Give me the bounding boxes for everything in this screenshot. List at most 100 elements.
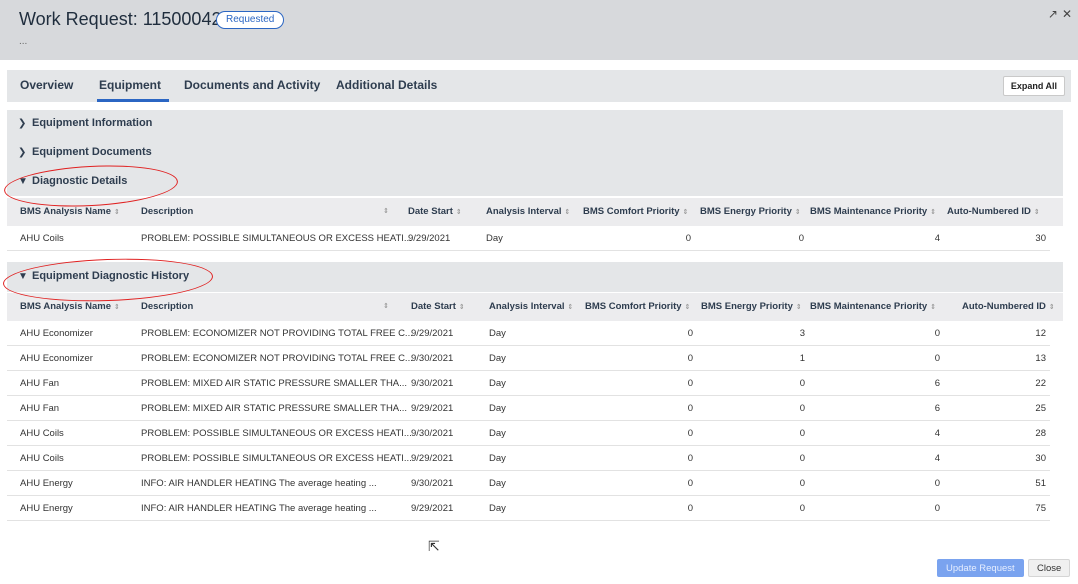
section-equipment-information[interactable]: ❯ Equipment Information	[18, 117, 152, 129]
table-row[interactable]: AHU Coils PROBLEM: POSSIBLE SIMULTANEOUS …	[7, 446, 1050, 471]
dialog-header: Work Request: 1150004225 Requested ... ↗…	[0, 0, 1078, 60]
sort-icon[interactable]: ⇕	[796, 304, 802, 311]
close-icon[interactable]: ✕	[1062, 7, 1072, 21]
table-row[interactable]: AHU Fan PROBLEM: MIXED AIR STATIC PRESSUR…	[7, 371, 1050, 396]
column-header-comfort[interactable]: BMS Comfort Priority ⇕	[585, 293, 690, 321]
cell-interval: Day	[486, 233, 503, 244]
section-diagnostic-details[interactable]: ▼ Diagnostic Details	[18, 175, 127, 187]
cell-name: AHU Coils	[20, 453, 64, 464]
cell-interval: Day	[489, 378, 506, 389]
cell-interval: Day	[489, 478, 506, 489]
sort-icon[interactable]: ⇕	[1034, 209, 1040, 216]
column-header-date-start[interactable]: Date Start ⇕	[411, 293, 465, 321]
column-header-maintenance[interactable]: BMS Maintenance Priority ⇕	[810, 293, 936, 321]
cell-maintenance: 0	[934, 353, 940, 364]
cell-maintenance: 6	[934, 403, 940, 414]
column-header-name[interactable]: BMS Analysis Name ⇕	[20, 293, 120, 321]
sort-icon[interactable]: ⇕	[1049, 304, 1055, 311]
cell-name: AHU Energy	[20, 503, 73, 514]
table-row[interactable]: AHU Coils PROBLEM: POSSIBLE SIMULTANEOUS …	[7, 421, 1050, 446]
table-row[interactable]: AHU Fan PROBLEM: MIXED AIR STATIC PRESSUR…	[7, 396, 1050, 421]
window-controls: ↗ ✕	[1048, 7, 1072, 21]
cell-comfort: 0	[687, 478, 693, 489]
tab-bar: Overview Equipment Documents and Activit…	[7, 70, 1071, 102]
column-header-id[interactable]: Auto-Numbered ID ⇕	[947, 198, 1040, 226]
column-header-comfort[interactable]: BMS Comfort Priority ⇕	[583, 198, 688, 226]
header-gap	[0, 60, 1078, 70]
cell-maintenance: 0	[934, 328, 940, 339]
sort-icon[interactable]: ⇕	[383, 198, 389, 226]
column-header-name[interactable]: BMS Analysis Name ⇕	[20, 198, 120, 226]
cell-date-start: 9/29/2021	[411, 503, 454, 514]
section-label: Equipment Diagnostic History	[32, 270, 190, 282]
cell-description: PROBLEM: POSSIBLE SIMULTANEOUS OR EXCESS…	[141, 428, 412, 439]
cell-name: AHU Coils	[20, 428, 64, 439]
section-panel	[7, 110, 1063, 196]
sort-icon[interactable]: ⇕	[114, 209, 120, 216]
expand-all-button[interactable]: Expand All	[1002, 76, 1065, 96]
cell-interval: Day	[489, 403, 506, 414]
column-header-date-start[interactable]: Date Start ⇕	[408, 198, 462, 226]
subtitle: ...	[19, 36, 28, 47]
cell-name: AHU Economizer	[20, 328, 93, 339]
table-row[interactable]: AHU Economizer PROBLEM: ECONOMIZER NOT PR…	[7, 346, 1050, 371]
cell-energy: 0	[799, 503, 805, 514]
sort-icon[interactable]: ⇕	[568, 304, 574, 311]
column-header-id[interactable]: Auto-Numbered ID ⇕	[962, 293, 1055, 321]
tab-overview[interactable]: Overview	[20, 78, 73, 92]
cell-energy: 0	[798, 233, 804, 244]
cell-description: INFO: AIR HANDLER HEATING The average he…	[141, 478, 377, 489]
cell-id: 13	[1035, 353, 1046, 364]
column-header-description[interactable]: Description ⇕	[141, 293, 389, 321]
tab-equipment[interactable]: Equipment	[99, 78, 161, 92]
table-row[interactable]: AHU Energy INFO: AIR HANDLER HEATING The …	[7, 496, 1050, 521]
table-row[interactable]: AHU Economizer PROBLEM: ECONOMIZER NOT PR…	[7, 321, 1050, 346]
tab-documents-and-activity[interactable]: Documents and Activity	[184, 78, 320, 92]
cell-energy: 1	[799, 353, 805, 364]
column-header-description[interactable]: Description ⇕	[141, 198, 389, 226]
close-button[interactable]: Close	[1028, 559, 1071, 577]
cell-description: PROBLEM: ECONOMIZER NOT PROVIDING TOTAL …	[141, 328, 413, 339]
column-header-energy[interactable]: BMS Energy Priority ⇕	[701, 293, 802, 321]
sort-icon[interactable]: ⇕	[930, 209, 936, 216]
cell-date-start: 9/30/2021	[411, 478, 454, 489]
section-diagnostic-history[interactable]: ▼ Equipment Diagnostic History	[18, 270, 189, 282]
tab-additional-details[interactable]: Additional Details	[336, 78, 437, 92]
sort-icon[interactable]: ⇕	[930, 304, 936, 311]
cell-id: 75	[1035, 503, 1046, 514]
cell-comfort: 0	[687, 378, 693, 389]
sort-icon[interactable]: ⇕	[459, 304, 465, 311]
cell-id: 30	[1035, 453, 1046, 464]
column-header-energy[interactable]: BMS Energy Priority ⇕	[700, 198, 801, 226]
column-header-maintenance[interactable]: BMS Maintenance Priority ⇕	[810, 198, 936, 226]
column-header-interval[interactable]: Analysis Interval ⇕	[489, 293, 573, 321]
section-label: Diagnostic Details	[32, 175, 128, 187]
sort-icon[interactable]: ⇕	[456, 209, 462, 216]
cell-name: AHU Economizer	[20, 353, 93, 364]
table-row[interactable]: AHU Energy INFO: AIR HANDLER HEATING The …	[7, 471, 1050, 496]
section-equipment-documents[interactable]: ❯ Equipment Documents	[18, 146, 152, 158]
chevron-right-icon: ❯	[18, 117, 27, 129]
table-row[interactable]: AHU Coils PROBLEM: POSSIBLE SIMULTANEOUS…	[7, 226, 1050, 251]
sort-icon[interactable]: ⇕	[683, 209, 689, 216]
cell-energy: 3	[799, 328, 805, 339]
column-header-interval[interactable]: Analysis Interval ⇕	[486, 198, 570, 226]
sort-icon[interactable]: ⇕	[565, 209, 571, 216]
update-request-button[interactable]: Update Request	[937, 559, 1024, 577]
cell-comfort: 0	[687, 428, 693, 439]
sort-icon[interactable]: ⇕	[685, 304, 691, 311]
sort-icon[interactable]: ⇕	[795, 209, 801, 216]
cell-description: PROBLEM: ECONOMIZER NOT PROVIDING TOTAL …	[141, 353, 413, 364]
cell-comfort: 0	[687, 353, 693, 364]
sort-icon[interactable]: ⇕	[383, 293, 389, 321]
sort-icon[interactable]: ⇕	[114, 304, 120, 311]
cell-description: PROBLEM: POSSIBLE SIMULTANEOUS OR EXCESS…	[141, 453, 412, 464]
expand-window-icon[interactable]: ↗	[1048, 7, 1058, 21]
cell-date-start: 9/29/2021	[411, 328, 454, 339]
cell-date-start: 9/29/2021	[411, 403, 454, 414]
cell-date-start: 9/29/2021	[411, 453, 454, 464]
cell-id: 25	[1035, 403, 1046, 414]
cell-date-start: 9/30/2021	[411, 428, 454, 439]
cell-name: AHU Fan	[20, 378, 60, 389]
cell-date-start: 9/30/2021	[411, 353, 454, 364]
